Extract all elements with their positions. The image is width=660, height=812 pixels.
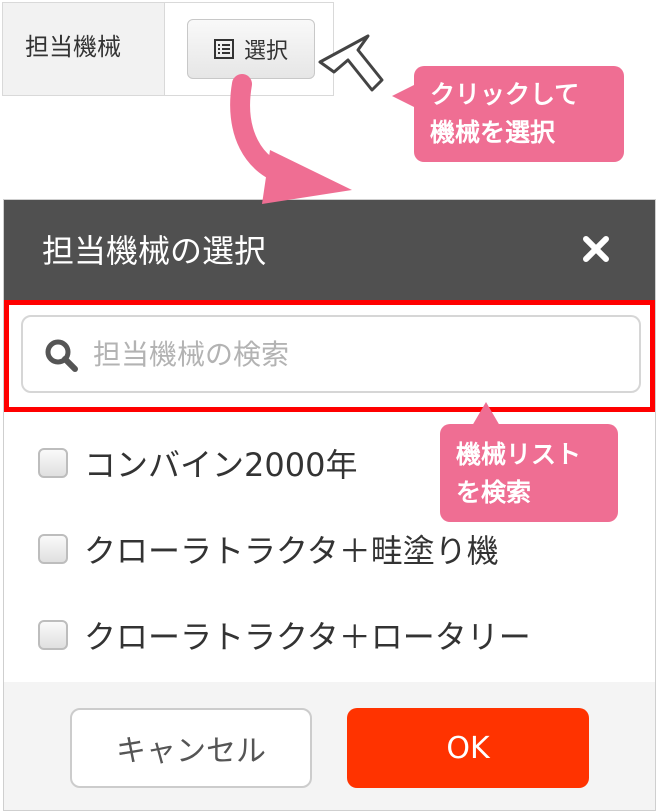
search-list-callout: 機械リスト を検索 — [440, 402, 618, 522]
mouse-cursor-icon — [318, 34, 384, 92]
modal-header: 担当機械の選択 — [4, 200, 655, 300]
list-item[interactable]: クローラトラクタ＋ロータリー — [38, 612, 531, 658]
close-icon[interactable] — [581, 234, 611, 264]
item-label: クローラトラクタ＋畦塗り機 — [84, 532, 499, 570]
item-checkbox[interactable] — [38, 620, 68, 650]
ok-button[interactable]: OK — [347, 708, 589, 788]
click-to-select-callout: クリックして 機械を選択 — [392, 66, 624, 162]
search-highlight-frame — [4, 300, 655, 412]
machine-field-label: 担当機械 — [3, 3, 165, 95]
modal-title: 担当機械の選択 — [42, 232, 267, 270]
callout-line: 機械リスト — [456, 440, 582, 469]
modal-footer: キャンセル OK — [4, 682, 655, 810]
cancel-button[interactable]: キャンセル — [70, 708, 312, 788]
callout-line: を検索 — [456, 478, 532, 507]
list-icon — [213, 39, 234, 59]
callout-line: 機械を選択 — [430, 118, 556, 147]
item-checkbox[interactable] — [38, 534, 68, 564]
item-label: クローラトラクタ＋ロータリー — [84, 618, 531, 656]
select-button-label: 選択 — [243, 39, 288, 64]
machine-field-value: 選択 — [165, 3, 333, 95]
list-item[interactable]: コンバイン2000年 — [38, 440, 357, 486]
item-label: コンバイン2000年 — [84, 446, 358, 484]
callout-line: クリックして — [430, 80, 580, 109]
search-input[interactable] — [93, 327, 623, 381]
search-box[interactable] — [21, 315, 641, 393]
search-icon — [45, 339, 78, 372]
list-item[interactable]: クローラトラクタ＋畦塗り機 — [38, 526, 499, 572]
select-button[interactable]: 選択 — [187, 19, 315, 79]
item-checkbox[interactable] — [38, 448, 68, 478]
machine-form-row: 担当機械 選択 — [2, 2, 334, 96]
